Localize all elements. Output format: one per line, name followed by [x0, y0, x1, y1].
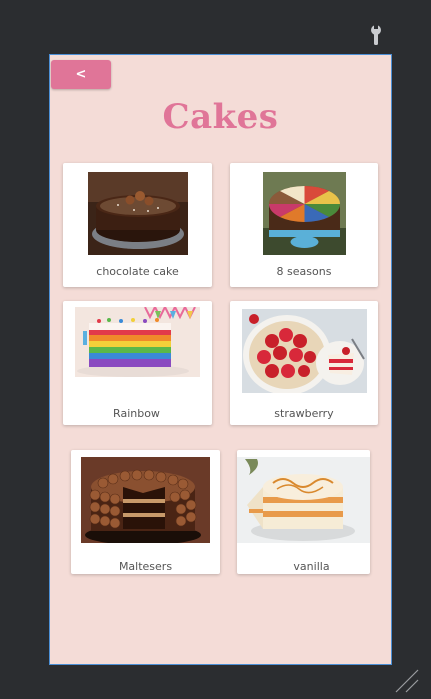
cake-label: strawberry: [274, 407, 334, 420]
cake-image-maltesers: [81, 457, 210, 543]
cake-label: 8 seasons: [276, 265, 332, 278]
cake-card-vanilla[interactable]: vanilla: [237, 450, 370, 574]
cake-label: Rainbow: [113, 407, 160, 420]
cake-label: chocolate cake: [96, 265, 179, 278]
cake-label: vanilla: [293, 560, 330, 573]
back-button[interactable]: <: [51, 60, 111, 89]
cake-image-chocolate: [88, 172, 188, 255]
cake-image-vanilla: [237, 457, 370, 543]
resize-grip-icon[interactable]: [394, 668, 420, 694]
page-title: Cakes: [162, 97, 279, 137]
cake-image-rainbow: [75, 307, 200, 377]
cake-card-maltesers[interactable]: Maltesers: [71, 450, 220, 574]
cake-image-strawberry: [242, 309, 367, 393]
app-screen: < Cakes chocolate cake 8 seasons Rainbow…: [49, 54, 392, 665]
cake-label: Maltesers: [118, 560, 173, 573]
wrench-icon[interactable]: [368, 24, 384, 46]
cake-card-strawberry[interactable]: strawberry: [230, 301, 378, 425]
cake-card-chocolate[interactable]: chocolate cake: [63, 163, 212, 287]
cake-card-rainbow[interactable]: Rainbow: [63, 301, 212, 425]
cake-image-8-seasons: [263, 172, 346, 255]
cake-card-8-seasons[interactable]: 8 seasons: [230, 163, 378, 287]
